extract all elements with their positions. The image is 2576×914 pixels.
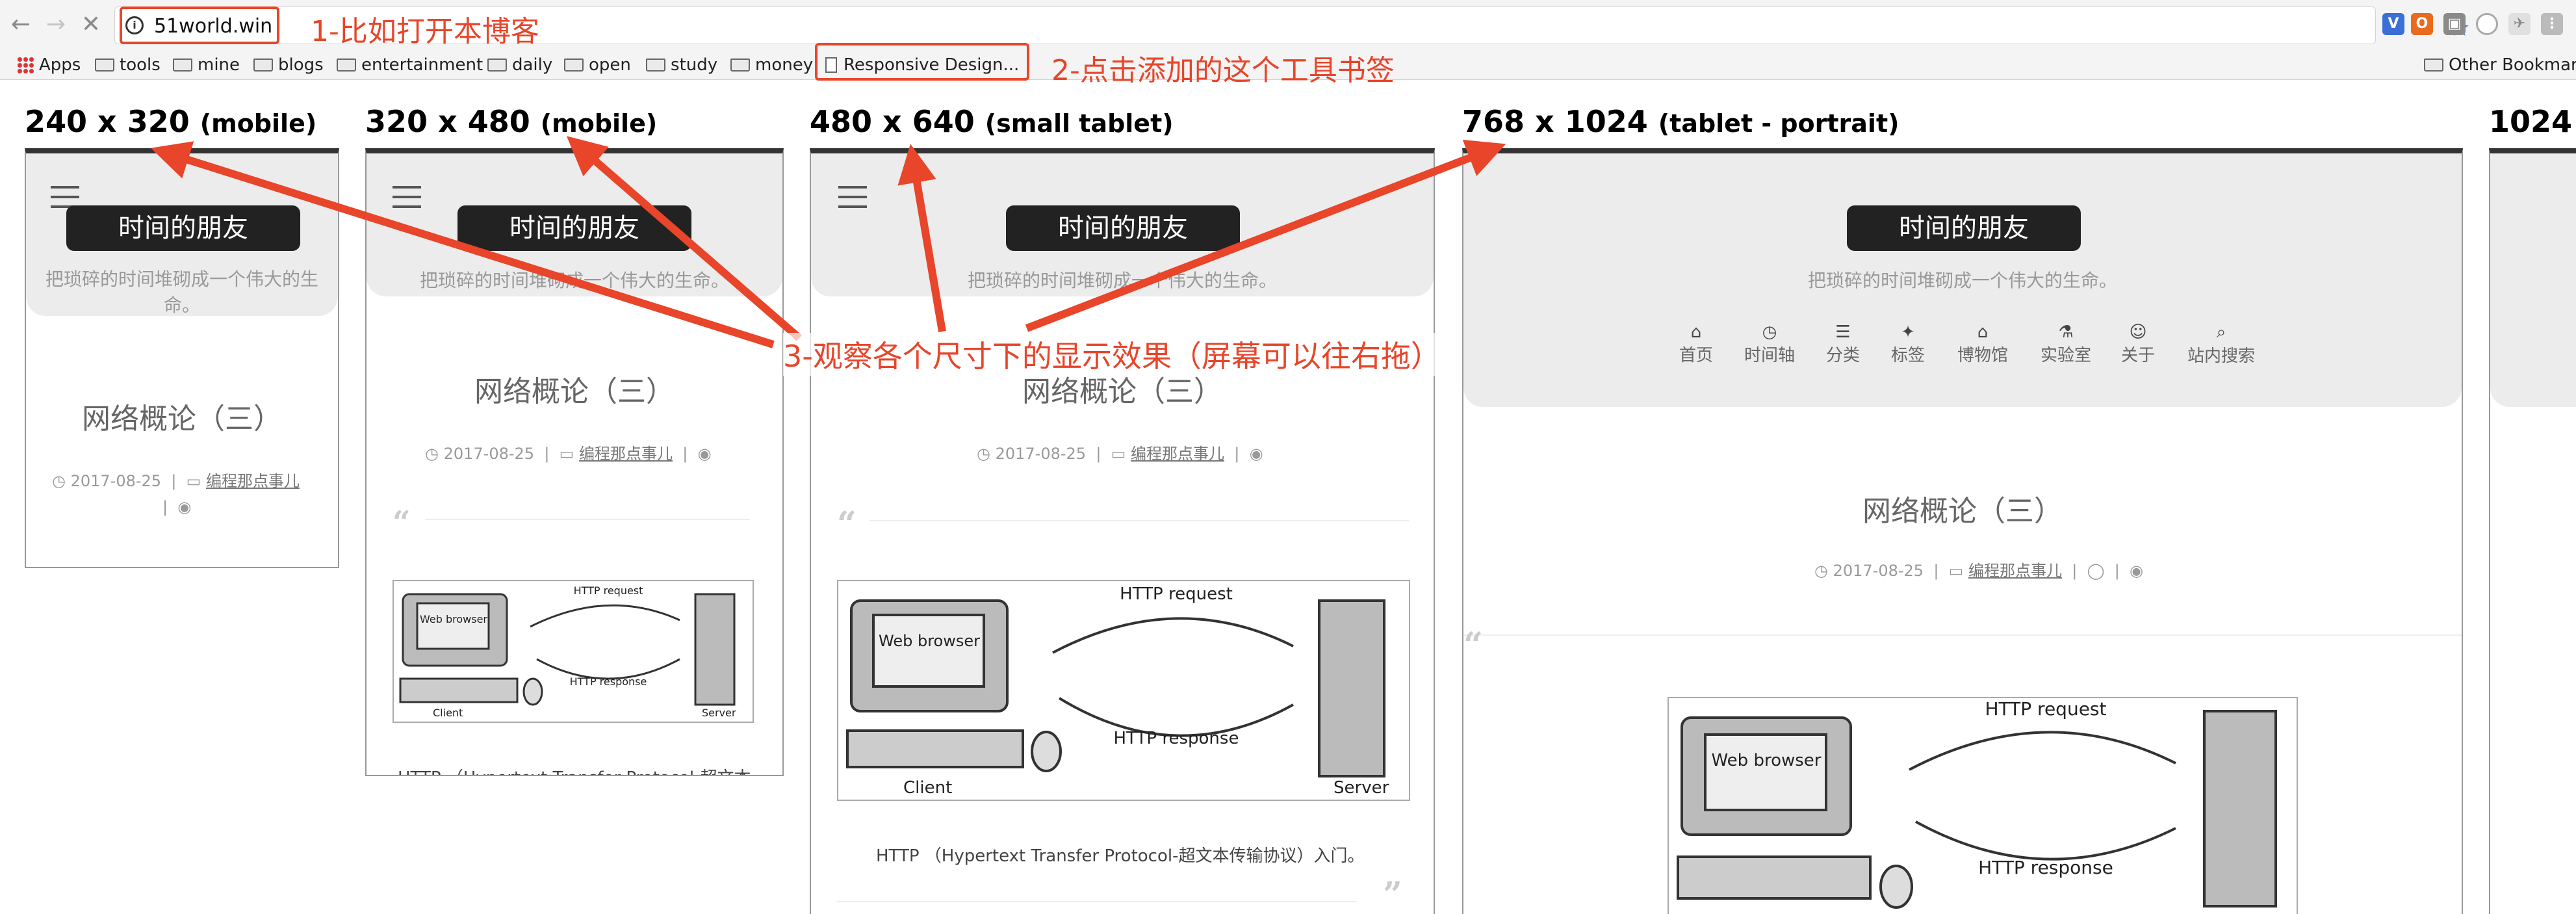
- arrow-to-240: [151, 141, 775, 348]
- arrow-to-320: [566, 136, 802, 341]
- arrow-to-768: [1025, 139, 1506, 332]
- arrow-to-480: [897, 144, 946, 333]
- annotation-arrows: [151, 136, 1506, 348]
- browser-window: ← → ✕ i 51world.win ★ V O ▣ ✈ ⋮ Apps too…: [0, 0, 2576, 914]
- annotation-step3: 3-观察各个尺寸下的显示效果（屏幕可以往右拖）: [783, 333, 1441, 376]
